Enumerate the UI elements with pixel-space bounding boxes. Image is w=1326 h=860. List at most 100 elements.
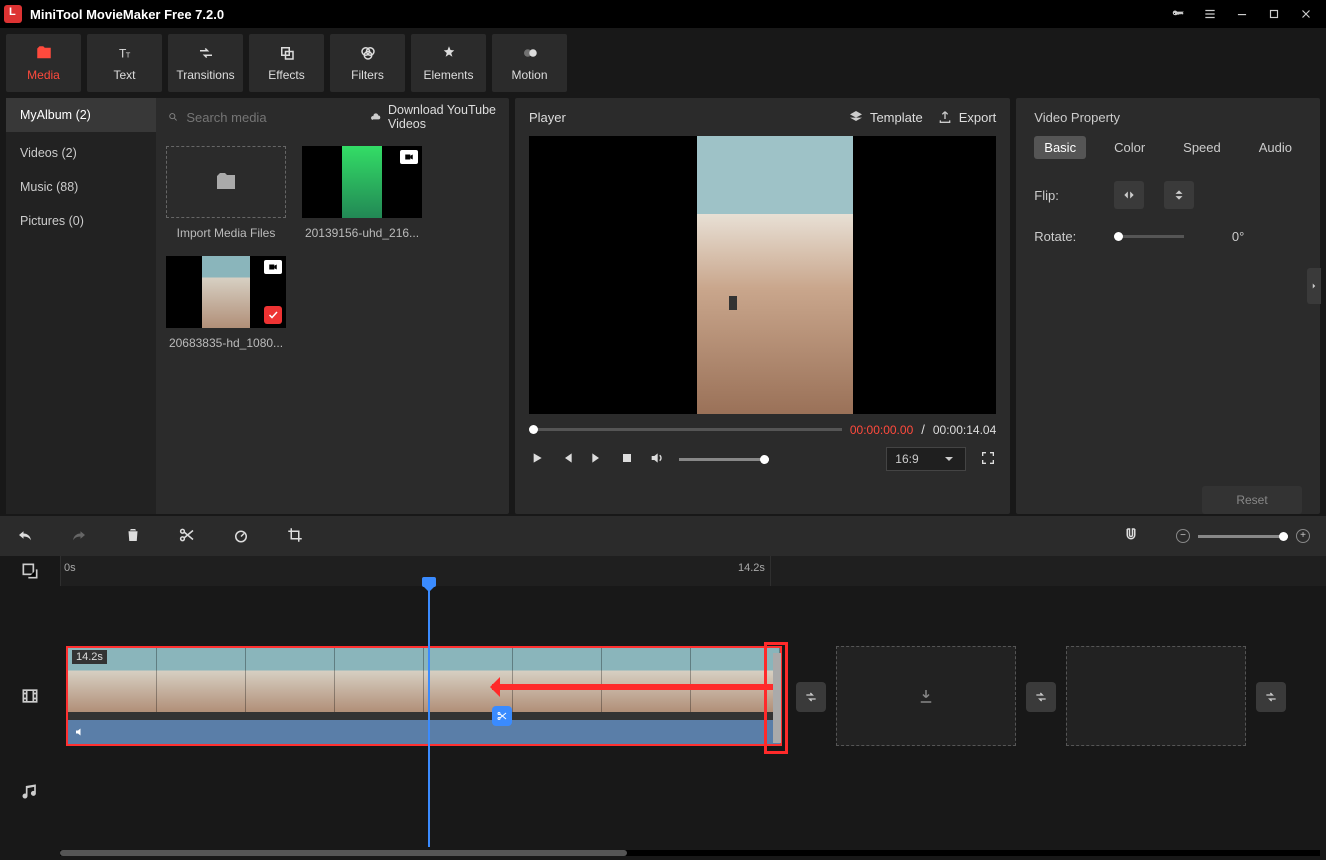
player-panel: Player Template Export 00:00:00.00 / 00:… [515,98,1010,514]
app-title: MiniTool MovieMaker Free 7.2.0 [30,7,224,22]
undo-button[interactable] [16,526,34,547]
tab-speed[interactable]: Speed [1173,136,1231,159]
checkmark-icon [264,306,282,324]
import-media-button[interactable]: Import Media Files [166,146,286,240]
zoom-in-button[interactable]: + [1296,529,1310,543]
folder-icon [214,170,238,194]
media-item[interactable]: 20139156-uhd_216... [302,146,422,240]
tab-text[interactable]: TT Text [87,34,162,92]
video-clip[interactable]: 14.2s [66,646,782,746]
tab-motion[interactable]: Motion [492,34,567,92]
timeline: 0s 14.2s 14.2s [0,556,1326,860]
tab-label: Media [27,68,60,82]
empty-clip-slot[interactable] [836,646,1016,746]
transition-slot-button[interactable] [1256,682,1286,712]
media-filename: 20139156-uhd_216... [305,226,419,240]
tab-label: Filters [351,68,384,82]
speed-button[interactable] [232,526,250,547]
media-panel: MyAlbum (2) Download YouTube Videos Vide… [6,98,509,514]
delete-button[interactable] [124,526,142,547]
chevron-down-icon [941,451,957,467]
scissors-icon [178,526,196,544]
sidebar-item-myalbum[interactable]: MyAlbum (2) [6,98,156,132]
property-title: Video Property [1034,110,1120,125]
tab-elements[interactable]: Elements [411,34,486,92]
transition-slot-button[interactable] [796,682,826,712]
property-tabs: Basic Color Speed Audio [1016,136,1320,171]
flip-vertical-icon [1171,188,1187,202]
reset-button[interactable]: Reset [1202,486,1302,514]
download-youtube-link[interactable]: Download YouTube Videos [370,103,497,131]
tab-color[interactable]: Color [1104,136,1155,159]
seek-track[interactable] [529,428,842,431]
audio-track-icon [0,746,60,836]
snap-button[interactable] [1122,526,1140,547]
template-button[interactable]: Template [848,109,923,125]
current-time: 00:00:00.00 [850,423,913,437]
tab-transitions[interactable]: Transitions [168,34,243,92]
media-item[interactable]: 20683835-hd_1080... [166,256,286,350]
split-marker-icon[interactable] [492,706,512,726]
zoom-slider[interactable] [1198,535,1288,538]
app-logo [4,5,22,23]
titlebar: MiniTool MovieMaker Free 7.2.0 [0,0,1326,28]
collapse-panel-button[interactable] [1307,268,1321,304]
tick-label: 0s [64,562,76,574]
flip-vertical-button[interactable] [1164,181,1194,209]
tab-audio[interactable]: Audio [1249,136,1302,159]
next-frame-button[interactable] [589,450,605,469]
upgrade-key-icon[interactable] [1162,0,1194,28]
tab-label: Elements [423,68,473,82]
sidebar-item-music[interactable]: Music (88) [6,170,156,204]
seek-thumb[interactable] [529,425,538,434]
trim-arrow-annotation [492,684,778,690]
flip-horizontal-button[interactable] [1114,181,1144,209]
timeline-scrollbar[interactable] [60,850,1320,856]
chevron-right-icon [1309,281,1319,291]
maximize-button[interactable] [1258,0,1290,28]
clip-duration: 14.2s [72,650,107,664]
film-icon [20,686,40,706]
add-track-button[interactable] [0,556,60,586]
tab-effects[interactable]: Effects [249,34,324,92]
fullscreen-button[interactable] [980,450,996,469]
crop-button[interactable] [286,526,304,547]
prev-frame-button[interactable] [559,450,575,469]
transition-icon [1263,689,1279,705]
layers-add-icon [20,561,40,581]
stop-button[interactable] [619,450,635,469]
play-button[interactable] [529,450,545,469]
transition-slot-button[interactable] [1026,682,1056,712]
minimize-button[interactable] [1226,0,1258,28]
speed-icon [232,526,250,544]
tool-tabs: Media TT Text Transitions Effects Filter… [0,28,1326,98]
clip-trim-handle[interactable] [764,642,788,754]
zoom-out-button[interactable]: − [1176,529,1190,543]
tab-filters[interactable]: Filters [330,34,405,92]
timeline-ruler[interactable]: 0s 14.2s [60,556,1326,586]
trash-icon [124,526,142,544]
sidebar-item-videos[interactable]: Videos (2) [6,136,156,170]
empty-clip-slot[interactable] [1066,646,1246,746]
duration-time: 00:00:14.04 [933,423,996,437]
sidebar-item-pictures[interactable]: Pictures (0) [6,204,156,238]
tab-label: Transitions [176,68,234,82]
close-button[interactable] [1290,0,1322,28]
volume-button[interactable] [649,450,665,469]
crop-icon [286,526,304,544]
redo-icon [70,526,88,544]
redo-button[interactable] [70,526,88,547]
tab-basic[interactable]: Basic [1034,136,1086,159]
tab-label: Effects [268,68,304,82]
media-filename: 20683835-hd_1080... [169,336,283,350]
volume-slider[interactable] [679,458,769,461]
tab-media[interactable]: Media [6,34,81,92]
aspect-ratio-select[interactable]: 16:9 [886,447,966,471]
search-input[interactable] [186,110,362,125]
rotate-slider[interactable] [1114,235,1184,238]
split-button[interactable] [178,526,196,547]
menu-icon[interactable] [1194,0,1226,28]
playhead[interactable] [428,577,430,847]
transition-icon [803,689,819,705]
export-button[interactable]: Export [937,109,997,125]
